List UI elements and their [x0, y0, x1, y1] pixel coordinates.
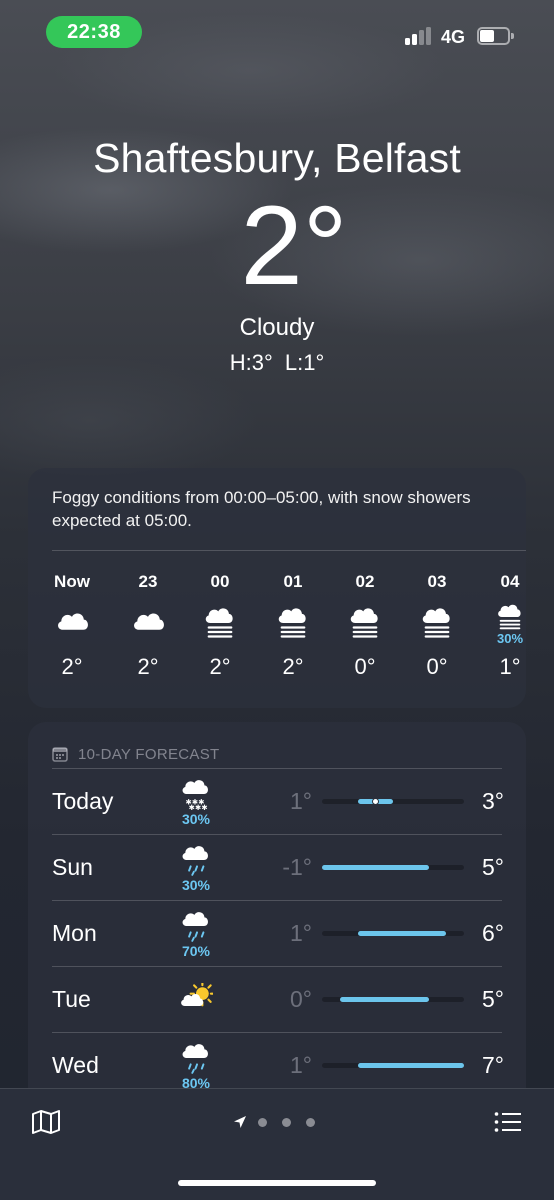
high-temp: 3°	[482, 788, 504, 814]
temp-range-track	[322, 865, 464, 870]
condition-label: Cloudy	[239, 314, 315, 341]
status-time: 22:38	[67, 20, 121, 43]
hour-temp: 2°	[209, 654, 231, 679]
temp-range-bar	[339, 997, 429, 1002]
fog-icon	[190, 596, 250, 650]
hour-column: 03 0°	[407, 568, 467, 684]
hour-label: 04	[500, 572, 520, 591]
hour-temp: 0°	[354, 654, 376, 679]
calendar-icon	[52, 747, 68, 762]
page-dot[interactable]	[258, 1117, 267, 1127]
temp-range-track	[322, 1063, 464, 1068]
page-indicator[interactable]	[232, 1113, 330, 1131]
cloud-icon	[42, 596, 102, 650]
hour-column: 04 30% 1°	[480, 568, 526, 684]
hour-label: 03	[427, 572, 447, 591]
temp-range-track	[322, 798, 464, 805]
precip-chance: 70%	[181, 943, 211, 959]
home-indicator[interactable]	[178, 1180, 376, 1186]
snow-icon: ✱ ✱ ✱ ✱ ✱ ✱ 30%	[168, 777, 224, 827]
current-temperature: 2°	[240, 183, 348, 308]
ten-day-forecast-card[interactable]: 10-DAY FORECAST Today ✱ ✱ ✱ ✱ ✱ ✱ 30% 1° 3° Sun 30%…	[28, 722, 526, 1122]
precip-chance: 30%	[496, 630, 524, 646]
current-temp-dot	[371, 798, 379, 805]
page-dot[interactable]	[282, 1117, 291, 1127]
temp-range-bar	[322, 865, 429, 870]
low-temp: L:1°	[284, 350, 325, 375]
hour-label: 23	[138, 572, 158, 591]
battery-icon	[477, 27, 514, 45]
forecast-list: Today ✱ ✱ ✱ ✱ ✱ ✱ 30% 1° 3° Sun 30% -1° 5° Mon 70% 1° 6° T…	[28, 769, 526, 1098]
day-label: Today	[52, 788, 114, 814]
fog-icon	[335, 596, 395, 650]
temp-range-bar	[357, 931, 447, 936]
time-pill[interactable]: 22:38	[46, 16, 142, 48]
rain-icon: 30%	[168, 843, 224, 893]
current-conditions: Shaftesbury, Belfast 2° Cloudy H:3° L:1°	[0, 135, 554, 376]
high-low: H:3° L:1°	[0, 350, 554, 376]
cellular-signal-icon	[405, 27, 433, 45]
forecast-row[interactable]: Mon 70% 1° 6°	[28, 901, 526, 966]
fog-icon	[263, 596, 323, 650]
hour-label: 02	[355, 572, 375, 591]
partly-sunny-icon	[168, 975, 224, 1025]
hour-column: 23 2°	[118, 568, 178, 684]
hour-temp: 1°	[499, 654, 521, 679]
day-label: Sun	[52, 854, 93, 880]
precip-chance: 30%	[181, 811, 211, 827]
page-dot[interactable]	[306, 1117, 315, 1127]
hour-label: Now	[54, 572, 90, 591]
forecast-row[interactable]: Sun 30% -1° 5°	[28, 835, 526, 900]
high-temp: 6°	[482, 920, 504, 946]
high-temp: 5°	[482, 854, 504, 880]
list-icon	[494, 1112, 521, 1132]
map-button[interactable]	[30, 1109, 62, 1135]
forecast-title: 10-DAY FORECAST	[78, 745, 220, 763]
hour-column: 01 2°	[263, 568, 323, 684]
svg-text:✱: ✱	[189, 803, 195, 811]
fog-icon: 30%	[480, 596, 526, 650]
low-temp: 1°	[290, 788, 312, 814]
temp-range-bar	[357, 1063, 464, 1068]
location-name: Shaftesbury, Belfast	[93, 135, 461, 181]
hour-label: 01	[283, 572, 303, 591]
map-icon	[32, 1110, 60, 1134]
hour-label: 00	[210, 572, 230, 591]
rain-icon: 70%	[168, 909, 224, 959]
hour-column: 00 2°	[190, 568, 250, 684]
hourly-forecast-card[interactable]: Foggy conditions from 00:00–05:00, with …	[28, 468, 526, 708]
low-temp: 1°	[290, 920, 312, 946]
low-temp: 0°	[290, 986, 312, 1012]
high-temp: 5°	[482, 986, 504, 1012]
hour-temp: 2°	[137, 654, 159, 679]
cloud-icon	[118, 596, 178, 650]
forecast-header: 10-DAY FORECAST	[28, 722, 526, 768]
temp-range-track	[322, 997, 464, 1002]
location-arrow-icon	[234, 1116, 246, 1128]
location-list-button[interactable]	[494, 1111, 522, 1133]
hour-temp: 2°	[282, 654, 304, 679]
battery-fill	[480, 30, 494, 42]
hour-temp: 2°	[61, 654, 83, 679]
hour-column: 02 0°	[335, 568, 395, 684]
high-temp: H:3°	[229, 350, 273, 375]
hour-temp: 0°	[426, 654, 448, 679]
hourly-summary: Foggy conditions from 00:00–05:00, with …	[52, 488, 471, 530]
status-bar: 22:38 4G	[0, 0, 554, 70]
low-temp: -1°	[282, 854, 312, 880]
forecast-row[interactable]: Today ✱ ✱ ✱ ✱ ✱ ✱ 30% 1° 3°	[28, 769, 526, 834]
network-type: 4G	[441, 27, 466, 47]
day-label: Tue	[52, 986, 91, 1012]
rain-icon: 80%	[168, 1041, 224, 1091]
precip-chance: 30%	[181, 877, 211, 893]
svg-text:✱: ✱	[195, 803, 201, 811]
divider	[52, 550, 526, 551]
fog-icon	[407, 596, 467, 650]
hourly-strip[interactable]: Now 2° 23 2° 00 2° 01 2° 02 0° 03 0° 04 30% 1°	[28, 568, 526, 698]
forecast-row[interactable]: Tue 0° 5°	[28, 967, 526, 1032]
svg-text:✱: ✱	[201, 803, 207, 811]
day-label: Mon	[52, 920, 97, 946]
temp-range-track	[322, 931, 464, 936]
hour-column: Now 2°	[42, 568, 102, 684]
